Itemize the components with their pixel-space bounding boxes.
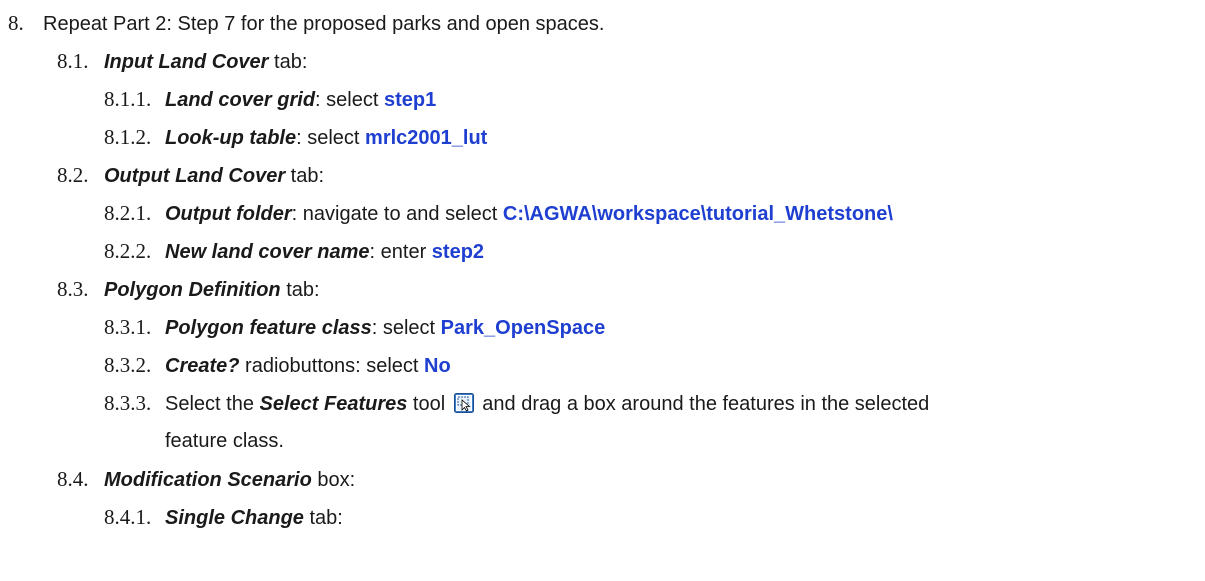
step-text: Repeat Part 2: Step 7 for the proposed p… [43, 13, 605, 35]
term-input-land-cover: Input Land Cover [104, 51, 269, 73]
step-8-3-3: 8.3.3. Select the Select Features tool an… [104, 390, 929, 417]
step-number: 8.2.1. [104, 201, 152, 225]
step-number: 8.3.3. [104, 391, 152, 415]
step-text: tab: [280, 279, 320, 301]
step-text: : navigate to and select [291, 203, 503, 225]
term-output-folder: Output folder [165, 203, 292, 225]
step-8-3: 8.3. Polygon Definition tab: [57, 276, 320, 303]
term-polygon-feature-class: Polygon feature class [165, 317, 372, 339]
step-8-3-3-continuation: feature class. [165, 428, 284, 454]
term-output-land-cover: Output Land Cover [104, 165, 286, 187]
term-create: Create? [165, 355, 240, 377]
step-number: 8. [8, 11, 24, 35]
step-number: 8.1. [57, 49, 89, 73]
step-number: 8.3. [57, 277, 89, 301]
step-text: : select [371, 317, 441, 339]
step-text: tool [407, 393, 446, 415]
step-text: : select [315, 89, 384, 111]
step-number: 8.4.1. [104, 505, 152, 529]
step-8-1: 8.1. Input Land Cover tab: [57, 48, 307, 75]
step-number: 8.4. [57, 467, 89, 491]
term-modification-scenario: Modification Scenario [104, 469, 312, 491]
step-text: Select the [165, 393, 260, 415]
step-8-1-1: 8.1.1. Land cover grid: select step1 [104, 86, 436, 113]
step-number: 8.2.2. [104, 239, 152, 263]
step-number: 8.3.1. [104, 315, 152, 339]
term-select-features: Select Features [259, 393, 408, 415]
step-text: feature class. [165, 430, 284, 452]
step-text: tab: [268, 51, 308, 73]
step-text: box: [311, 469, 356, 491]
step-number: 8.1.2. [104, 125, 152, 149]
step-number: 8.2. [57, 163, 89, 187]
value-step1: step1 [383, 89, 437, 111]
step-8: 8. Repeat Part 2: Step 7 for the proposed… [8, 10, 604, 37]
step-text: : enter [369, 241, 432, 263]
term-land-cover-grid: Land cover grid [165, 89, 316, 111]
value-mrlc2001-lut: mrlc2001_lut [365, 127, 488, 149]
step-8-2-2: 8.2.2. New land cover name: enter step2 [104, 238, 484, 265]
value-step2: step2 [431, 241, 485, 263]
step-8-2-1: 8.2.1. Output folder: navigate to and sel… [104, 200, 893, 227]
step-text: tab: [303, 507, 343, 529]
step-text: radiobuttons: select [239, 355, 425, 377]
value-output-folder-path: C:\AGWA\workspace\tutorial_Whetstone\ [502, 203, 893, 225]
term-polygon-definition: Polygon Definition [104, 279, 281, 301]
step-8-2: 8.2. Output Land Cover tab: [57, 162, 324, 189]
step-8-3-1: 8.3.1. Polygon feature class: select Park… [104, 314, 605, 341]
value-no: No [424, 355, 451, 377]
step-8-4-1: 8.4.1. Single Change tab: [104, 504, 343, 531]
term-new-land-cover-name: New land cover name [165, 241, 370, 263]
step-number: 8.3.2. [104, 353, 152, 377]
step-text: and drag a box around the features in th… [476, 393, 930, 415]
value-park-openspace: Park_OpenSpace [440, 317, 606, 339]
step-text: tab: [285, 165, 325, 187]
step-8-1-2: 8.1.2. Look-up table: select mrlc2001_lut [104, 124, 487, 151]
term-look-up-table: Look-up table [165, 127, 297, 149]
step-number: 8.1.1. [104, 87, 152, 111]
step-8-4: 8.4. Modification Scenario box: [57, 466, 355, 493]
step-8-3-2: 8.3.2. Create? radiobuttons: select No [104, 352, 451, 379]
term-single-change: Single Change [165, 507, 304, 529]
select-features-tool-icon [453, 393, 474, 413]
step-text: : select [296, 127, 366, 149]
